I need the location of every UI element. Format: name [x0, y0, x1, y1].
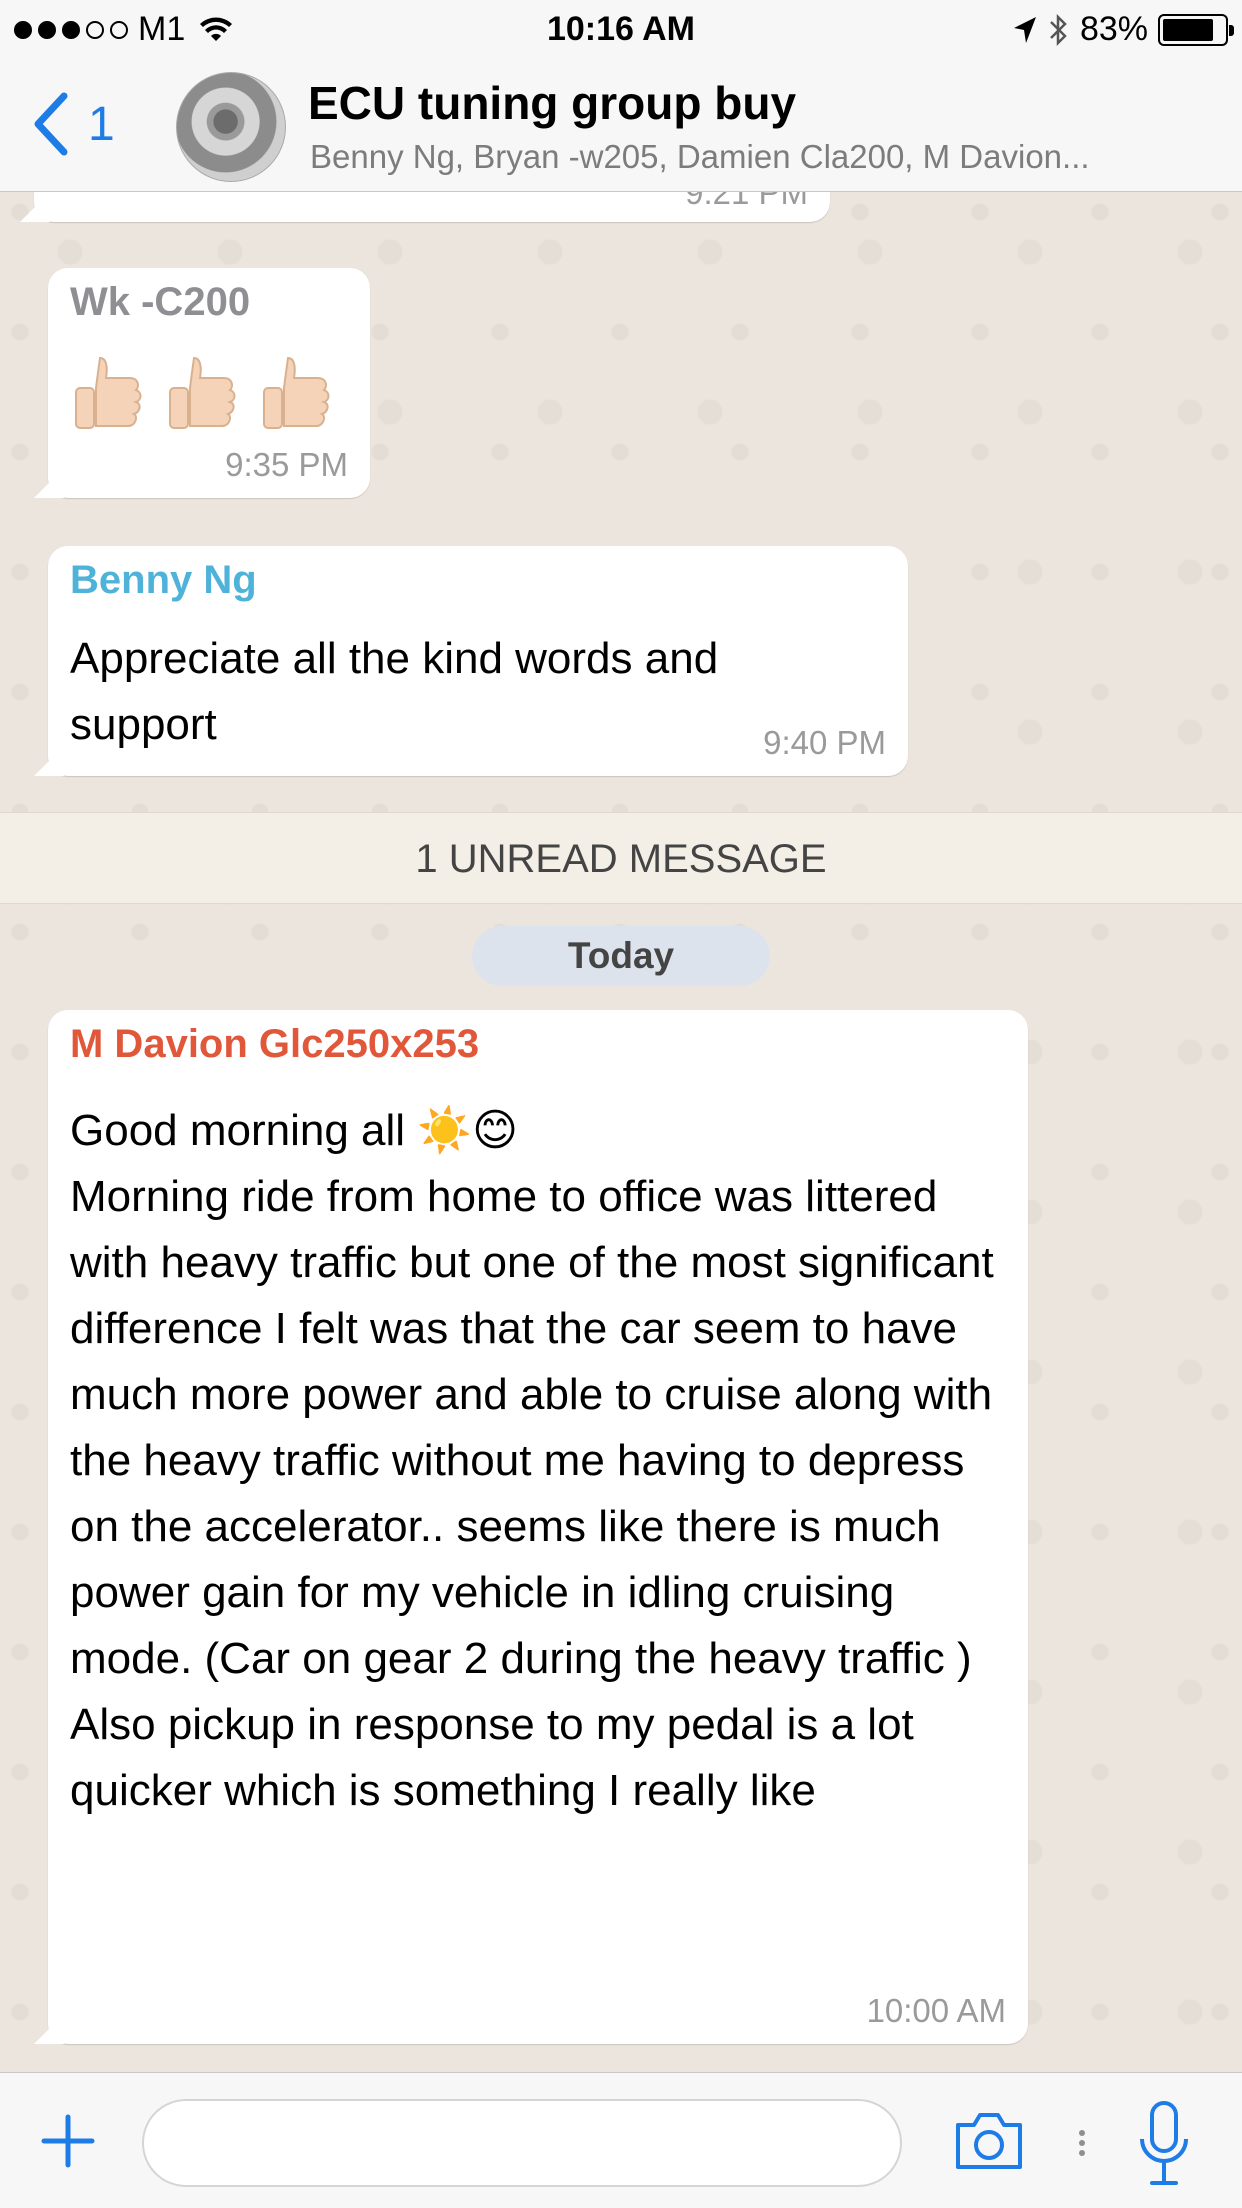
message-time: 10:00 AM [866, 1992, 1006, 2029]
message-bubble[interactable]: Wk -C200 9:35 PM [48, 268, 370, 498]
message-bubble[interactable]: M Davion Glc250x253 Good morning all ☀️😊… [48, 1010, 1028, 2044]
unread-chats-count: 1 [88, 97, 115, 151]
message-text: Appreciate all the kind words and suppor… [70, 634, 719, 749]
message-time: 9:21 PM [685, 192, 808, 211]
status-bar: M1 10:16 AM 83% [0, 0, 1242, 62]
battery-icon [1158, 13, 1234, 46]
group-members[interactable]: Benny Ng, Bryan -w205, Damien Cla200, M … [310, 138, 1190, 176]
message-bubble[interactable]: Benny Ng Appreciate all the kind words a… [48, 546, 908, 776]
camera-icon[interactable] [952, 2107, 1026, 2173]
sender-name[interactable]: Wk -C200 [70, 280, 250, 325]
chat-header: 1 ECU tuning group buy Benny Ng, Bryan -… [0, 62, 1242, 192]
thumbs-up-icon [169, 356, 236, 429]
unread-messages-banner: 1 UNREAD MESSAGE [0, 812, 1242, 904]
thumbs-up-icon [75, 356, 142, 429]
microphone-icon[interactable] [1136, 2099, 1192, 2189]
message-input-bar [0, 2072, 1242, 2208]
sender-name[interactable]: M Davion Glc250x253 [70, 1022, 479, 1067]
message-bubble[interactable]: 9:21 PM [34, 192, 830, 222]
bluetooth-icon [1050, 13, 1067, 46]
more-dots-icon[interactable] [1072, 2113, 1092, 2173]
back-button[interactable]: 1 [30, 92, 115, 156]
date-divider: Today [472, 926, 770, 986]
location-arrow-icon [1013, 16, 1036, 43]
message-time: 9:35 PM [225, 446, 348, 483]
message-time: 9:40 PM [763, 724, 886, 761]
message-input[interactable] [142, 2099, 902, 2187]
group-title[interactable]: ECU tuning group buy [308, 76, 796, 130]
plus-icon[interactable] [40, 2113, 96, 2169]
battery-percent: 83% [1079, 10, 1148, 48]
chat-area[interactable]: 9:21 PM Wk -C200 9:35 PM Benny Ng Apprec… [0, 192, 1242, 2072]
chevron-left-icon [34, 92, 68, 156]
sender-name[interactable]: Benny Ng [70, 558, 257, 603]
group-avatar[interactable] [176, 72, 286, 182]
thumbs-up-icon [263, 356, 330, 429]
thumbs-up-emojis [70, 354, 336, 440]
message-text: Good morning all ☀️😊 Morning ride from h… [70, 1106, 994, 1815]
